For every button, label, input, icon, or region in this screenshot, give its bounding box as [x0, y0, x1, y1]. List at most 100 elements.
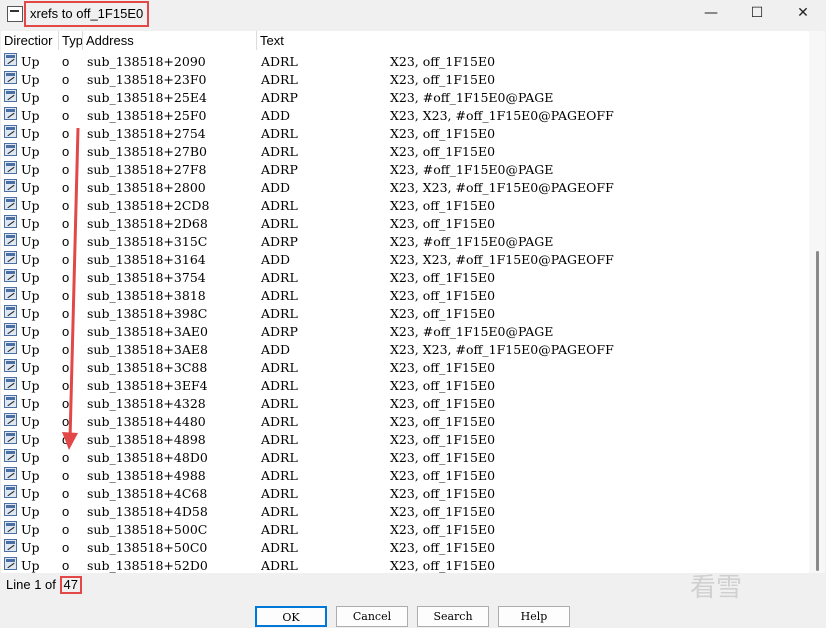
- operands-cell: X23, off_1F15E0: [390, 432, 496, 447]
- table-row[interactable]: Up o sub_138518+52D0 ADRL X23, off_1F15E0: [1, 557, 809, 573]
- address-cell: sub_138518+4988: [87, 468, 206, 483]
- operands-cell: X23, off_1F15E0: [390, 306, 496, 321]
- xref-icon: [4, 287, 17, 300]
- table-row[interactable]: Up o sub_138518+500C ADRL X23, off_1F15E0: [1, 521, 809, 539]
- column-header-direction[interactable]: Directior: [1, 31, 59, 50]
- table-row[interactable]: Up o sub_138518+2754 ADRL X23, off_1F15E0: [1, 125, 809, 143]
- direction-cell: Up: [21, 324, 40, 339]
- ok-button[interactable]: OK: [255, 606, 327, 627]
- column-header-text[interactable]: Text: [257, 31, 809, 50]
- type-cell: o: [62, 468, 70, 483]
- column-header-address[interactable]: Address: [83, 31, 257, 50]
- table-row[interactable]: Up o sub_138518+3164 ADD X23, X23, #off_1F15…: [1, 251, 809, 269]
- table-row[interactable]: Up o sub_138518+23F0 ADRL X23, off_1F15E0: [1, 71, 809, 89]
- table-row[interactable]: Up o sub_138518+2800 ADD X23, X23, #off_1F15…: [1, 179, 809, 197]
- direction-cell: Up: [21, 72, 40, 87]
- line-count: 47: [59, 576, 82, 594]
- xref-icon: [4, 71, 17, 84]
- xrefs-list[interactable]: Directior Typ Address Text Up o sub_138518…: [1, 31, 809, 573]
- mnemonic-cell: ADRL: [261, 468, 298, 483]
- table-row[interactable]: Up o sub_138518+398C ADRL X23, off_1F15E0: [1, 305, 809, 323]
- operands-cell: X23, off_1F15E0: [390, 126, 496, 141]
- type-cell: o: [62, 396, 70, 411]
- address-cell: sub_138518+2754: [87, 126, 206, 141]
- scrollbar-thumb[interactable]: [816, 251, 819, 571]
- type-cell: o: [62, 378, 70, 393]
- table-row[interactable]: Up o sub_138518+4D58 ADRL X23, off_1F15E0: [1, 503, 809, 521]
- type-cell: o: [62, 486, 70, 501]
- direction-cell: Up: [21, 468, 40, 483]
- vertical-scrollbar[interactable]: [809, 31, 825, 573]
- table-row[interactable]: Up o sub_138518+4C68 ADRL X23, off_1F15E0: [1, 485, 809, 503]
- type-cell: o: [62, 288, 70, 303]
- direction-cell: Up: [21, 288, 40, 303]
- direction-cell: Up: [21, 252, 40, 267]
- window-icon: [7, 6, 23, 22]
- xref-icon: [4, 89, 17, 102]
- table-row[interactable]: Up o sub_138518+2090 ADRL X23, off_1F15E0: [1, 53, 809, 71]
- direction-cell: Up: [21, 126, 40, 141]
- table-row[interactable]: Up o sub_138518+27B0 ADRL X23, off_1F15E0: [1, 143, 809, 161]
- table-row[interactable]: Up o sub_138518+3AE8 ADD X23, X23, #off_1F15…: [1, 341, 809, 359]
- mnemonic-cell: ADD: [261, 180, 291, 195]
- address-cell: sub_138518+27B0: [87, 144, 207, 159]
- type-cell: o: [62, 126, 70, 141]
- address-cell: sub_138518+48D0: [87, 450, 208, 465]
- xref-icon: [4, 503, 17, 516]
- search-button[interactable]: Search: [417, 606, 489, 627]
- mnemonic-cell: ADRP: [261, 234, 298, 249]
- type-cell: o: [62, 108, 70, 123]
- table-row[interactable]: Up o sub_138518+3AE0 ADRP X23, #off_1F15E0@P…: [1, 323, 809, 341]
- operands-cell: X23, #off_1F15E0@PAGE: [390, 234, 554, 249]
- title-bar: xrefs to off_1F15E0 — ☐ ✕: [0, 0, 826, 30]
- table-row[interactable]: Up o sub_138518+4480 ADRL X23, off_1F15E0: [1, 413, 809, 431]
- mnemonic-cell: ADRL: [261, 432, 298, 447]
- window-title: xrefs to off_1F15E0: [24, 1, 150, 27]
- mnemonic-cell: ADRL: [261, 504, 298, 519]
- table-row[interactable]: Up o sub_138518+27F8 ADRP X23, #off_1F15E0@P…: [1, 161, 809, 179]
- direction-cell: Up: [21, 486, 40, 501]
- list-header: Directior Typ Address Text: [1, 31, 809, 50]
- xref-icon: [4, 485, 17, 498]
- direction-cell: Up: [21, 198, 40, 213]
- xref-icon: [4, 521, 17, 534]
- type-cell: o: [62, 306, 70, 321]
- help-button[interactable]: Help: [498, 606, 570, 627]
- address-cell: sub_138518+315C: [87, 234, 208, 249]
- column-header-type[interactable]: Typ: [59, 31, 83, 50]
- xref-icon: [4, 395, 17, 408]
- minimize-button[interactable]: —: [688, 0, 734, 26]
- xref-icon: [4, 233, 17, 246]
- table-row[interactable]: Up o sub_138518+315C ADRP X23, #off_1F15E0@P…: [1, 233, 809, 251]
- table-row[interactable]: Up o sub_138518+2CD8 ADRL X23, off_1F15E0: [1, 197, 809, 215]
- table-row[interactable]: Up o sub_138518+4328 ADRL X23, off_1F15E0: [1, 395, 809, 413]
- table-row[interactable]: Up o sub_138518+25E4 ADRP X23, #off_1F15E0@P…: [1, 89, 809, 107]
- table-row[interactable]: Up o sub_138518+4988 ADRL X23, off_1F15E0: [1, 467, 809, 485]
- mnemonic-cell: ADRL: [261, 522, 298, 537]
- address-cell: sub_138518+3AE0: [87, 324, 208, 339]
- table-row[interactable]: Up o sub_138518+25F0 ADD X23, X23, #off_1F15…: [1, 107, 809, 125]
- mnemonic-cell: ADRP: [261, 324, 298, 339]
- cancel-button[interactable]: Cancel: [336, 606, 408, 627]
- table-row[interactable]: Up o sub_138518+50C0 ADRL X23, off_1F15E0: [1, 539, 809, 557]
- operands-cell: X23, X23, #off_1F15E0@PAGEOFF: [390, 252, 614, 267]
- xref-icon: [4, 413, 17, 426]
- close-button[interactable]: ✕: [780, 0, 826, 26]
- address-cell: sub_138518+3754: [87, 270, 206, 285]
- operands-cell: X23, off_1F15E0: [390, 504, 496, 519]
- address-cell: sub_138518+2CD8: [87, 198, 210, 213]
- mnemonic-cell: ADD: [261, 342, 291, 357]
- table-row[interactable]: Up o sub_138518+3EF4 ADRL X23, off_1F15E0: [1, 377, 809, 395]
- table-row[interactable]: Up o sub_138518+3818 ADRL X23, off_1F15E0: [1, 287, 809, 305]
- mnemonic-cell: ADRL: [261, 72, 298, 87]
- xref-icon: [4, 179, 17, 192]
- table-row[interactable]: Up o sub_138518+3C88 ADRL X23, off_1F15E0: [1, 359, 809, 377]
- direction-cell: Up: [21, 396, 40, 411]
- xref-icon: [4, 341, 17, 354]
- mnemonic-cell: ADRP: [261, 162, 298, 177]
- table-row[interactable]: Up o sub_138518+48D0 ADRL X23, off_1F15E0: [1, 449, 809, 467]
- table-row[interactable]: Up o sub_138518+3754 ADRL X23, off_1F15E0: [1, 269, 809, 287]
- table-row[interactable]: Up o sub_138518+4898 ADRL X23, off_1F15E0: [1, 431, 809, 449]
- table-row[interactable]: Up o sub_138518+2D68 ADRL X23, off_1F15E0: [1, 215, 809, 233]
- maximize-button[interactable]: ☐: [734, 0, 780, 26]
